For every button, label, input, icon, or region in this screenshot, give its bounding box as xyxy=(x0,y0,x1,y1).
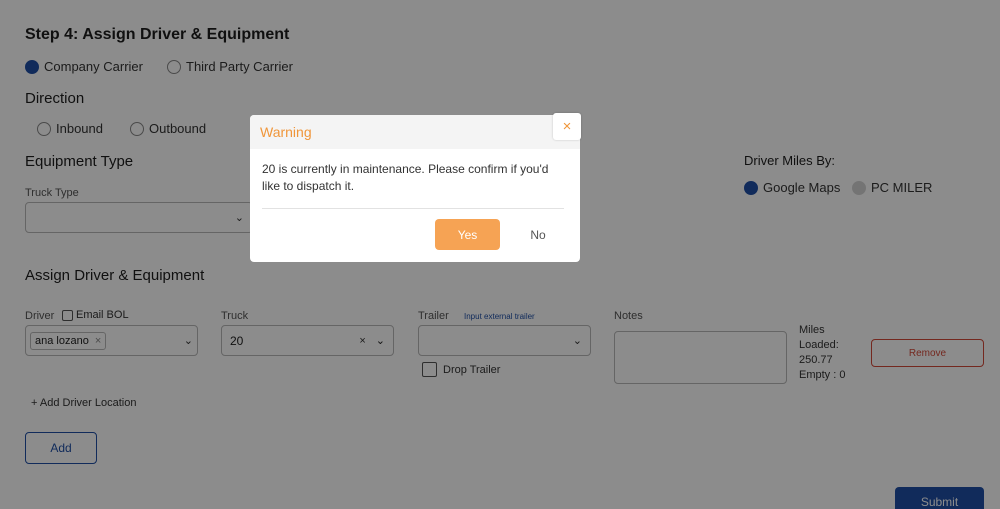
warning-modal: Warning 20 is currently in maintenance. … xyxy=(250,115,580,262)
modal-title: Warning xyxy=(250,115,580,149)
modal-message: 20 is currently in maintenance. Please c… xyxy=(262,162,549,193)
no-button[interactable]: No xyxy=(518,219,558,250)
yes-button[interactable]: Yes xyxy=(435,219,500,250)
close-icon[interactable]: × xyxy=(553,113,581,140)
modal-divider xyxy=(262,208,564,209)
